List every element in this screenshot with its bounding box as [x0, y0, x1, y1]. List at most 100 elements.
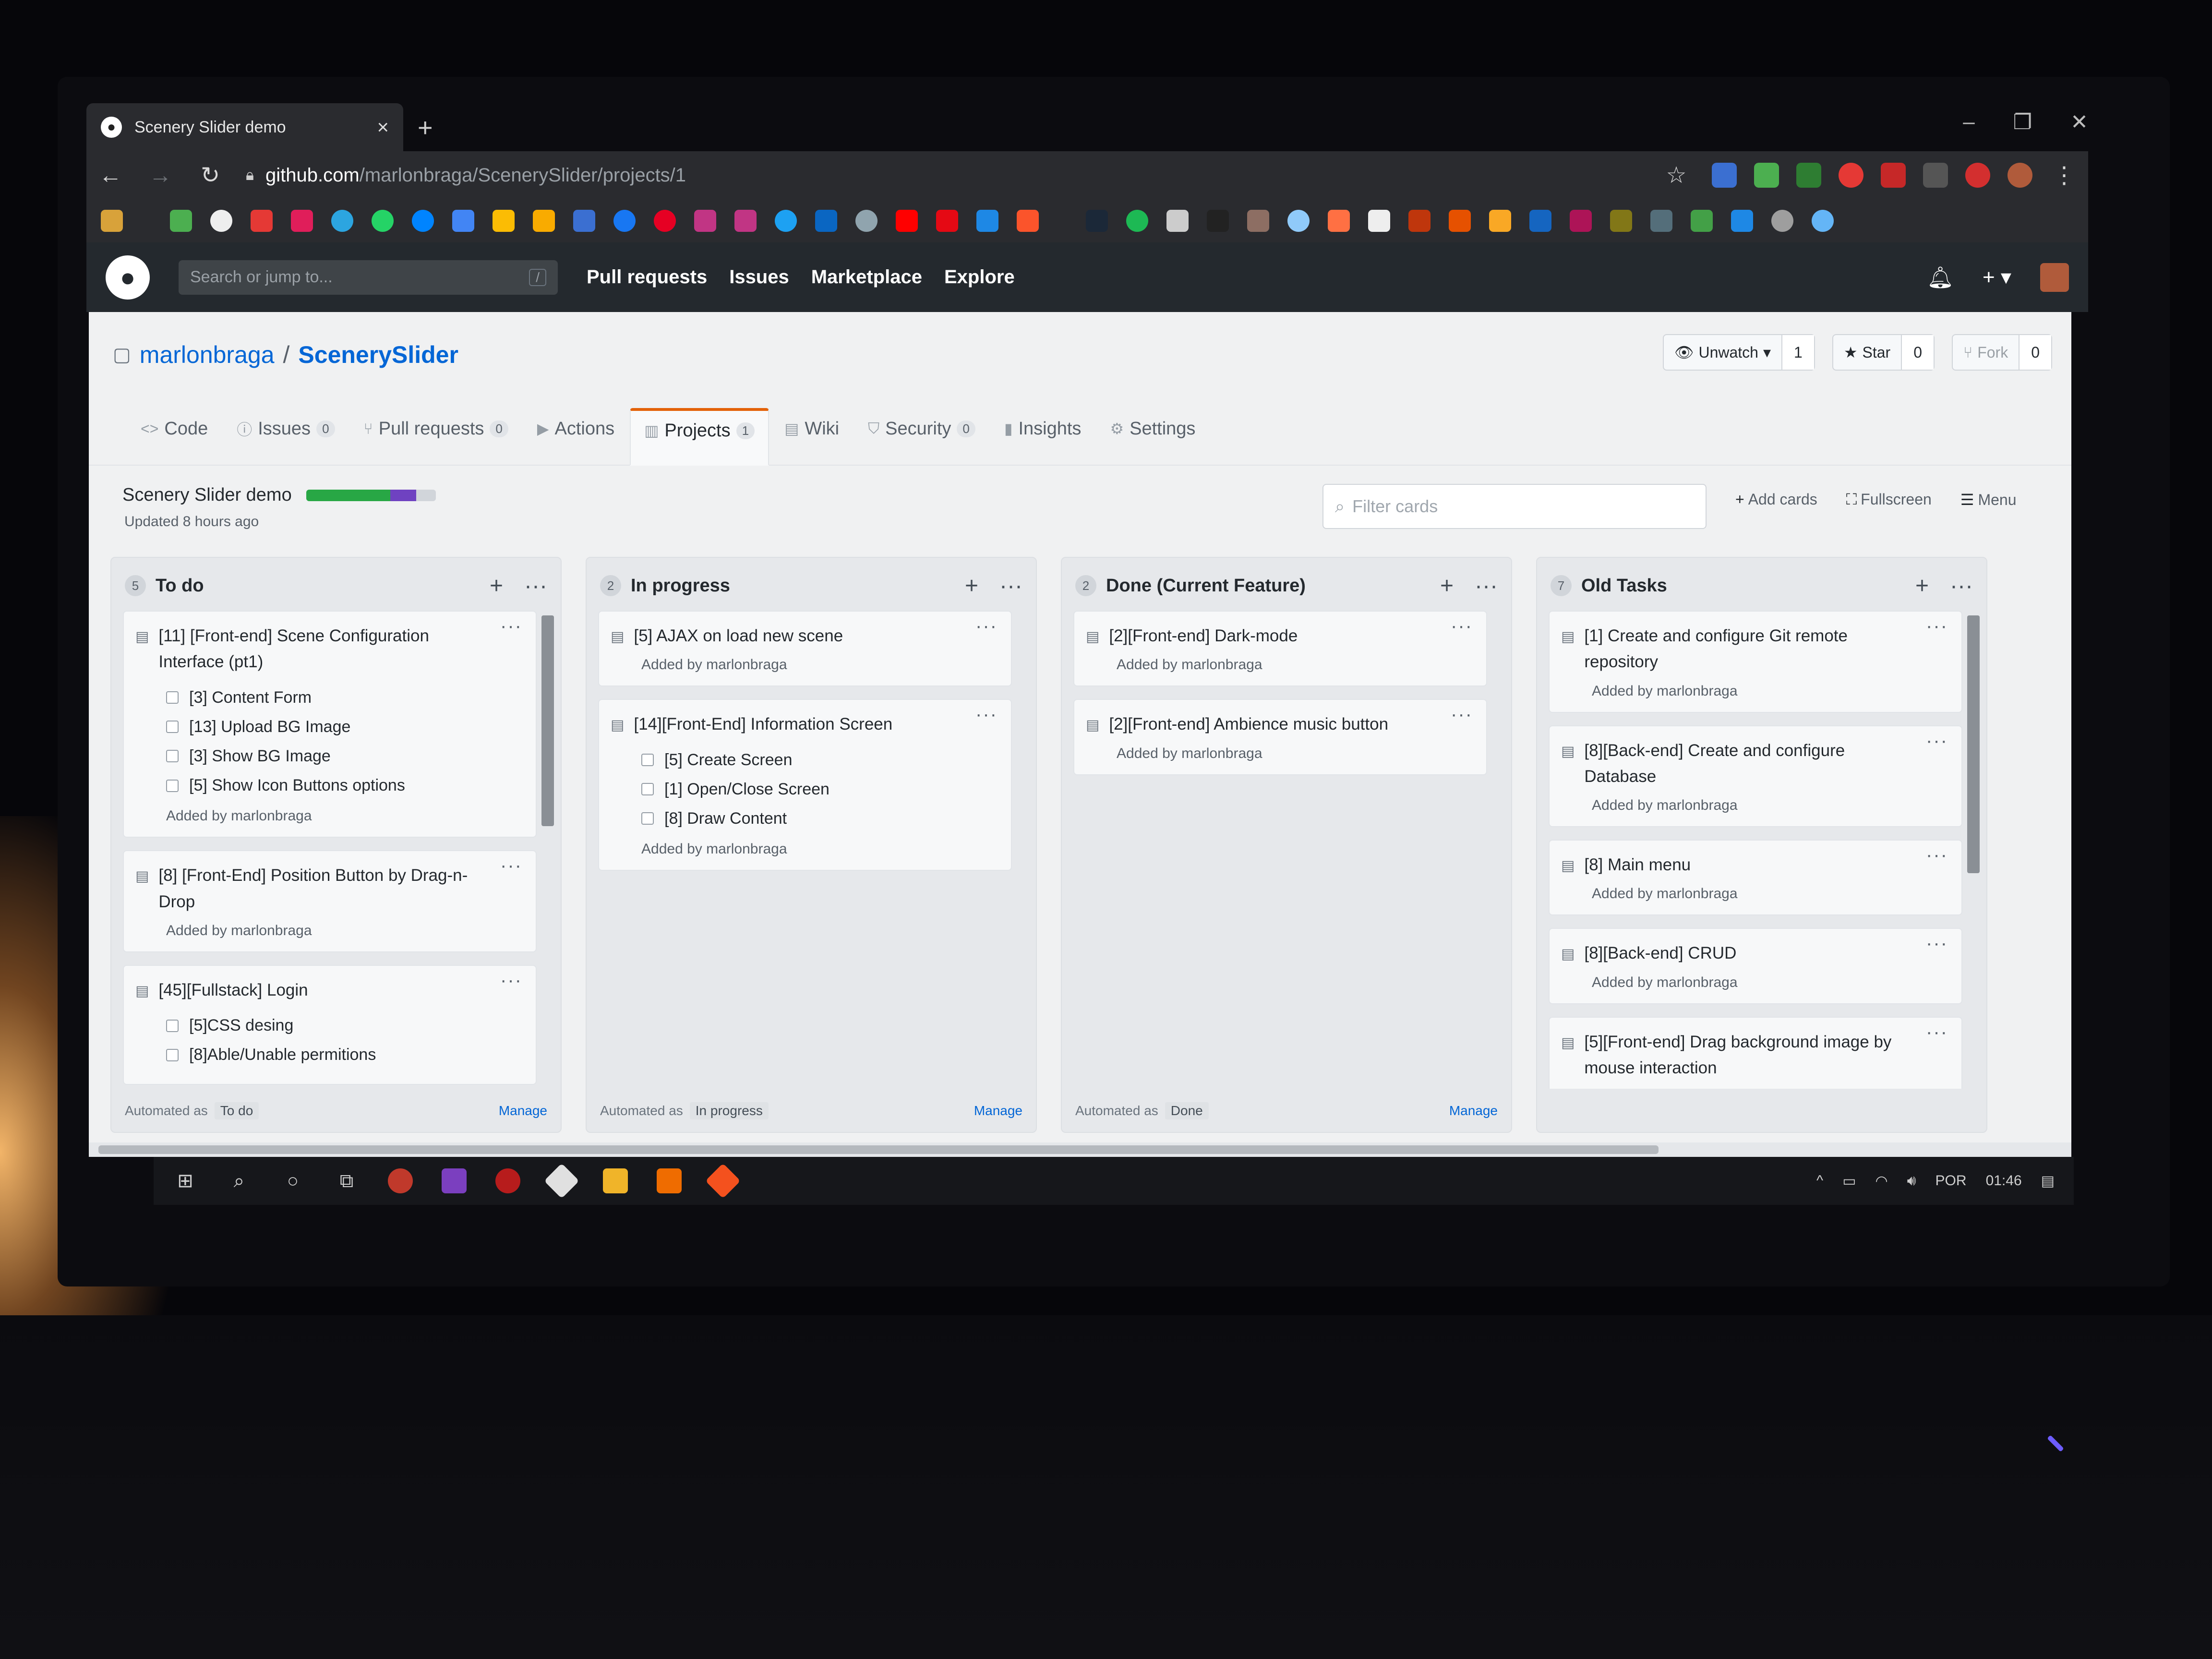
- restore-icon[interactable]: ❐: [2013, 110, 2032, 134]
- scrollbar-thumb[interactable]: [98, 1145, 1659, 1154]
- tab-security[interactable]: ⛉ Security 0: [854, 407, 989, 465]
- project-card[interactable]: ▤ [5] AJAX on load new scene ··· Added by m…: [598, 611, 1012, 687]
- github-search-input[interactable]: Search or jump to... /: [179, 260, 558, 295]
- card-menu-icon[interactable]: ···: [1451, 615, 1473, 637]
- extension-icon[interactable]: [1754, 163, 1779, 188]
- manage-automation-link[interactable]: Manage: [499, 1103, 547, 1118]
- task-view-icon[interactable]: ⧉: [334, 1168, 359, 1193]
- bookmark-facebook-icon[interactable]: [613, 210, 636, 232]
- card-menu-icon[interactable]: ···: [500, 855, 522, 877]
- battery-icon[interactable]: ▭: [1842, 1173, 1856, 1190]
- bookmark-icon[interactable]: [1610, 210, 1632, 232]
- clock[interactable]: 01:46: [1986, 1173, 2022, 1189]
- bookmark-icon[interactable]: [976, 210, 998, 232]
- bookmark-icon[interactable]: [855, 210, 878, 232]
- tray-chevron-icon[interactable]: ^: [1816, 1173, 1823, 1189]
- minimize-icon[interactable]: –: [1963, 110, 1974, 134]
- manage-automation-link[interactable]: Manage: [1449, 1103, 1498, 1118]
- stars-count[interactable]: 0: [1901, 335, 1934, 370]
- close-window-icon[interactable]: ✕: [2070, 110, 2088, 134]
- bookmark-icon[interactable]: [1287, 210, 1310, 232]
- card-menu-icon[interactable]: ···: [1926, 730, 1948, 752]
- checkbox[interactable]: [166, 779, 179, 792]
- bookmark-folder-icon[interactable]: [101, 210, 123, 232]
- browser-menu-icon[interactable]: ⋮: [2050, 162, 2079, 189]
- create-new-icon[interactable]: + ▾: [1983, 265, 2011, 289]
- bookmark-icon[interactable]: [1449, 210, 1471, 232]
- git-icon[interactable]: [544, 1163, 579, 1199]
- project-card[interactable]: ▤ [45][Fullstack] Login ··· [5]CSS desing [8…: [123, 964, 537, 1085]
- project-card[interactable]: ▤ [5][Front-end] Drag background image by…: [1549, 1016, 1962, 1089]
- bookmark-star-icon[interactable]: ☆: [1662, 162, 1691, 189]
- bookmark-telegram-icon[interactable]: [331, 210, 353, 232]
- card-menu-icon[interactable]: ···: [500, 615, 522, 637]
- tab-actions[interactable]: ▶ Actions: [524, 407, 628, 465]
- address-bar[interactable]: 🔒︎ github.com/marlonbraga/ScenerySlider/…: [246, 158, 1641, 192]
- add-cards-button[interactable]: + Add cards: [1735, 491, 1817, 509]
- project-card[interactable]: ▤ [2][Front-end] Ambience music button ···…: [1073, 699, 1487, 775]
- unwatch-button[interactable]: 👁︎ Unwatch ▾: [1664, 335, 1781, 370]
- back-icon[interactable]: ←: [96, 162, 125, 189]
- extension-icon[interactable]: [1796, 163, 1821, 188]
- bookmark-netflix-icon[interactable]: [936, 210, 958, 232]
- tab-settings[interactable]: ⚙ Settings: [1096, 407, 1209, 465]
- card-menu-icon[interactable]: ···: [1926, 844, 1948, 866]
- app-icon[interactable]: [495, 1168, 520, 1193]
- add-card-icon[interactable]: +: [965, 573, 978, 599]
- visual-studio-icon[interactable]: [442, 1168, 467, 1193]
- bookmark-icon[interactable]: [1368, 210, 1390, 232]
- bookmark-icon[interactable]: [1691, 210, 1713, 232]
- bookmark-icon[interactable]: [1489, 210, 1511, 232]
- card-menu-icon[interactable]: ···: [975, 615, 998, 637]
- nav-pull-requests[interactable]: Pull requests: [587, 266, 707, 288]
- bookmark-brave-icon[interactable]: [1017, 210, 1039, 232]
- project-card[interactable]: ▤ [11] [Front-end] Scene Configuration In…: [123, 611, 537, 838]
- checkbox[interactable]: [166, 750, 179, 763]
- bookmark-icon[interactable]: [573, 210, 595, 232]
- tab-code[interactable]: <> Code: [127, 407, 221, 465]
- cortana-icon[interactable]: ○: [280, 1168, 305, 1193]
- bookmark-slack-icon[interactable]: [291, 210, 313, 232]
- file-explorer-icon[interactable]: [603, 1168, 628, 1193]
- bookmark-twitter-icon[interactable]: [775, 210, 797, 232]
- manage-automation-link[interactable]: Manage: [974, 1103, 1022, 1118]
- bookmark-pinterest-icon[interactable]: [654, 210, 676, 232]
- add-card-icon[interactable]: +: [1915, 573, 1929, 599]
- windows-start-icon[interactable]: ⊞: [173, 1168, 198, 1193]
- project-card[interactable]: ▤ [8][Back-end] CRUD ··· Added by marlonbra…: [1549, 928, 1962, 1004]
- forward-icon[interactable]: →: [146, 162, 175, 189]
- reload-icon[interactable]: ↻: [196, 162, 225, 189]
- tab-projects[interactable]: ▥ Projects 1: [630, 408, 769, 466]
- bookmark-drive-icon[interactable]: [493, 210, 515, 232]
- bookmark-icon[interactable]: [1731, 210, 1753, 232]
- card-menu-icon[interactable]: ···: [1451, 704, 1473, 725]
- tab-pull-requests[interactable]: ⑂ Pull requests 0: [350, 407, 522, 465]
- project-card[interactable]: ▤ [8] Main menu ··· Added by marlonbraga: [1549, 840, 1962, 916]
- bookmark-icon[interactable]: [1812, 210, 1834, 232]
- checkbox[interactable]: [166, 1048, 179, 1061]
- forks-count[interactable]: 0: [2019, 335, 2051, 370]
- add-card-icon[interactable]: +: [490, 573, 503, 599]
- bookmark-instagram-icon[interactable]: [734, 210, 757, 232]
- bookmark-gmail-icon[interactable]: [251, 210, 273, 232]
- nav-explore[interactable]: Explore: [944, 266, 1015, 288]
- bookmark-icon[interactable]: [1207, 210, 1229, 232]
- bookmark-linkedin-icon[interactable]: [815, 210, 837, 232]
- scrollbar-thumb[interactable]: [541, 615, 554, 827]
- filter-cards-input[interactable]: ⌕ Filter cards: [1322, 484, 1707, 529]
- extension-icon[interactable]: [1881, 163, 1906, 188]
- bookmark-keep-icon[interactable]: [533, 210, 555, 232]
- scrollbar-thumb[interactable]: [1967, 615, 1980, 873]
- board-horizontal-scrollbar[interactable]: [89, 1142, 2071, 1157]
- tab-wiki[interactable]: ▤ Wiki: [771, 407, 853, 465]
- nav-marketplace[interactable]: Marketplace: [811, 266, 922, 288]
- column-menu-icon[interactable]: ···: [1475, 573, 1498, 599]
- bookmark-icon[interactable]: [1247, 210, 1269, 232]
- card-menu-icon[interactable]: ···: [975, 704, 998, 725]
- bookmark-icon[interactable]: [170, 210, 192, 232]
- fork-button[interactable]: ⑂ Fork: [1953, 335, 2019, 370]
- checkbox[interactable]: [641, 754, 654, 767]
- adblock-icon[interactable]: [1965, 163, 1990, 188]
- bookmark-icon[interactable]: [1166, 210, 1189, 232]
- project-card[interactable]: ▤ [8] [Front-End] Position Button by Drag…: [123, 850, 537, 952]
